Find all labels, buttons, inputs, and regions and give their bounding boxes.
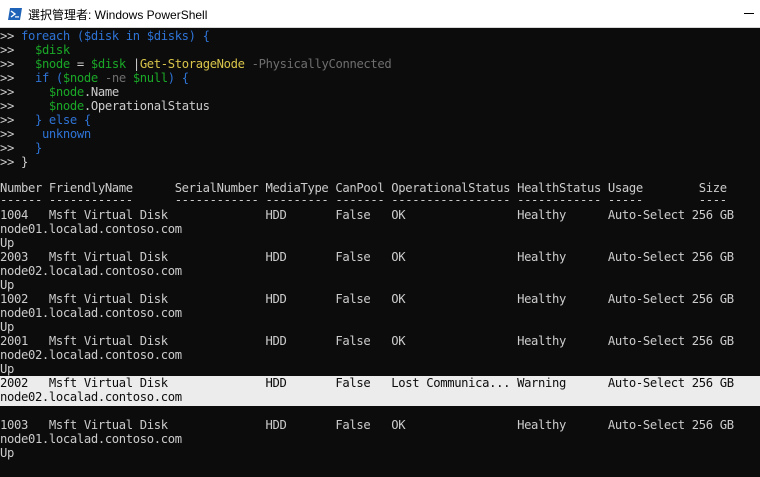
script-token: .OperationalStatus bbox=[83, 99, 210, 113]
row-node-name: node01.localad.contoso.com bbox=[0, 306, 182, 320]
script-token: .Name bbox=[83, 85, 119, 99]
script-line: >> $disk bbox=[0, 43, 70, 57]
row-node-status: Up bbox=[0, 362, 14, 376]
row-node-name: node02.localad.contoso.com bbox=[0, 264, 182, 278]
window-title: 選択管理者: Windows PowerShell bbox=[28, 8, 208, 22]
script-token: >> bbox=[0, 113, 35, 127]
script-token: | bbox=[125, 57, 140, 71]
script-token: if ( bbox=[34, 71, 63, 85]
script-token: >> bbox=[0, 85, 49, 99]
script-token: $disk bbox=[90, 57, 126, 71]
row-node-status: Up bbox=[0, 404, 14, 418]
script-line: >> $node.OperationalStatus bbox=[0, 99, 210, 113]
script-token: $disk bbox=[34, 43, 70, 57]
script-token: >> bbox=[0, 71, 35, 85]
table-row: 1004 Msft Virtual Disk HDD False OK Heal… bbox=[0, 208, 734, 222]
script-token: -ne bbox=[97, 71, 133, 85]
script-token: $node bbox=[48, 85, 84, 99]
script-line: >> } bbox=[0, 155, 28, 169]
script-line: >> $node.Name bbox=[0, 85, 119, 99]
script-token: >> bbox=[0, 43, 35, 57]
script-token: $node bbox=[48, 99, 84, 113]
script-token: >> bbox=[0, 57, 35, 71]
title-bar[interactable]: 選択管理者: Windows PowerShell bbox=[0, 0, 760, 28]
script-line: >> $node = $disk |Get-StorageNode -Physi… bbox=[0, 57, 392, 71]
console-output[interactable]: >> foreach ($disk in $disks) {>> $disk >>… bbox=[0, 28, 760, 477]
script-line: >> } bbox=[0, 141, 42, 155]
minimize-icon bbox=[744, 13, 754, 14]
script-token: $node bbox=[34, 57, 70, 71]
row-node-status: Up bbox=[0, 446, 14, 460]
table-row: 1002 Msft Virtual Disk HDD False OK Heal… bbox=[0, 292, 734, 306]
script-line: >> } else { bbox=[0, 113, 91, 127]
script-token: } bbox=[34, 141, 42, 155]
script-token: -PhysicallyConnected bbox=[244, 57, 392, 71]
script-token: >> bbox=[0, 141, 35, 155]
row-node-name: node02.localad.contoso.com bbox=[0, 390, 182, 404]
script-token: foreach ($disk in $disks) { bbox=[20, 29, 210, 43]
powershell-icon bbox=[8, 8, 22, 20]
row-node-name: node02.localad.contoso.com bbox=[0, 348, 182, 362]
script-token: $node bbox=[62, 71, 98, 85]
script-token: = bbox=[69, 57, 91, 71]
script-token: ) { bbox=[167, 71, 189, 85]
table-row: 2002 Msft Virtual Disk HDD False Lost Co… bbox=[0, 376, 734, 390]
row-node-status: Up bbox=[0, 278, 14, 292]
script-token: >> bbox=[0, 155, 21, 169]
script-token: unknown bbox=[34, 127, 91, 141]
script-token: } bbox=[20, 155, 28, 169]
table-row: 2001 Msft Virtual Disk HDD False OK Heal… bbox=[0, 334, 734, 348]
table-row: 1003 Msft Virtual Disk HDD False OK Heal… bbox=[0, 418, 734, 432]
script-token: >> bbox=[0, 127, 35, 141]
table-header-underline: ------ ------------ ------------ -------… bbox=[0, 193, 727, 207]
script-token: >> bbox=[0, 29, 21, 43]
script-token: >> bbox=[0, 99, 49, 113]
row-node-name: node01.localad.contoso.com bbox=[0, 432, 182, 446]
row-node-status: Up bbox=[0, 236, 14, 250]
script-line: >> unknown bbox=[0, 127, 91, 141]
row-node-name: node01.localad.contoso.com bbox=[0, 222, 182, 236]
script-token: Get-StorageNode bbox=[139, 57, 245, 71]
script-token: } else { bbox=[34, 113, 91, 127]
script-line: >> foreach ($disk in $disks) { bbox=[0, 29, 210, 43]
table-row: 2003 Msft Virtual Disk HDD False OK Heal… bbox=[0, 250, 734, 264]
row-node-status: Up bbox=[0, 320, 14, 334]
script-line: >> if ($node -ne $null) { bbox=[0, 71, 189, 85]
minimize-button[interactable] bbox=[738, 5, 760, 23]
script-token: $null bbox=[132, 71, 168, 85]
